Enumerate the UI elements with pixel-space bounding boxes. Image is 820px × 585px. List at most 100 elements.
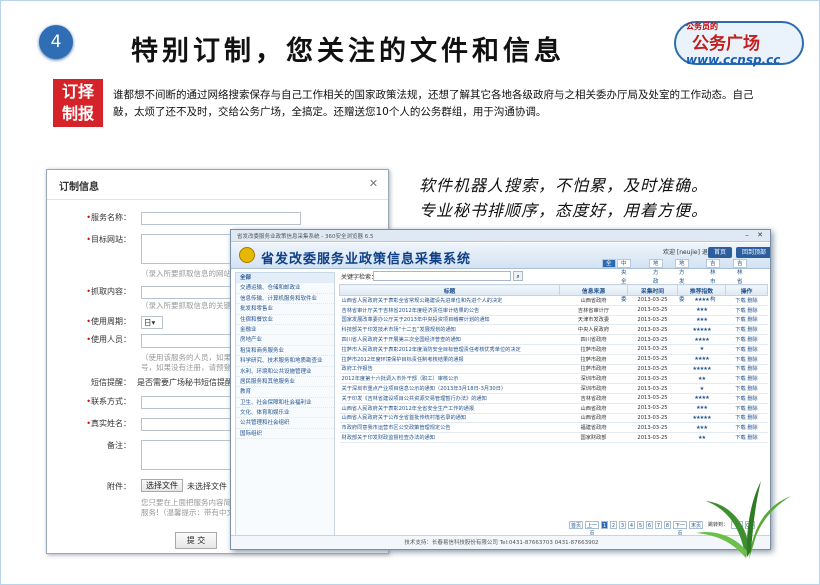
sidebar-item[interactable]: 水利、环境和公共设施管理业 [236,367,334,377]
pager-button[interactable]: 上一页 [585,521,599,537]
sidebar-item[interactable]: 住宿和餐饮业 [236,315,334,325]
row-actions[interactable]: 下载 删除 [725,432,768,443]
sidebar-item[interactable]: 房地产业 [236,335,334,346]
row-title-link[interactable]: 国家发展改革委办公厅关于2013年中央投资项目稽察计划的通知 [339,315,560,326]
table-row[interactable]: 四川省人民政府关于开展第三次全国经济普查的通知 四川省政府 2013-03-25 ★★… [339,334,768,345]
row-actions[interactable]: 下载 删除 [725,373,768,385]
col-date[interactable]: 采集时间 [627,284,678,296]
sidebar-item[interactable]: 卫生、社会保障和社会福利业 [236,398,334,409]
sidebar-item[interactable]: 公共管理和社会组织 [236,418,334,429]
sidebar-item[interactable]: 国际组织 [236,429,334,440]
row-actions[interactable]: 下载 删除 [725,413,768,424]
col-rating[interactable]: 推荐指数 [677,284,726,296]
col-source[interactable]: 信息来源 [559,284,628,296]
period-select[interactable]: 日▾ [141,316,163,329]
tab-central[interactable]: 中央全部委 [617,259,631,303]
pager-button[interactable]: 7 [655,521,662,529]
row-actions[interactable]: 下载 删除 [725,422,768,434]
minimize-icon[interactable]: – [742,231,752,240]
row-title-link[interactable]: 山西省人民政府关于表彰2012年全省安全生产工作的通报 [339,403,560,414]
sidebar-item[interactable]: 金融业 [236,325,334,336]
row-actions[interactable]: 下载 删除 [725,324,768,336]
table-row[interactable]: 2012年度第十六批调入市外干部（职工）审核公示 深圳市政府 2013-03-25 ★… [339,373,768,385]
table-row[interactable]: 政府工作报告 拉萨市政府 2013-03-25 ★★★★★ 下载 删除 [339,364,768,375]
row-title-link[interactable]: 关于印发《吉林省建设项目公共资源交易管理暂行办法》的通知 [339,393,560,404]
search-icon[interactable]: ⌕ [513,271,523,281]
row-title-link[interactable]: 2012年度第十六批调入市外干部（职工）审核公示 [339,373,560,385]
row-actions[interactable]: 下载 删除 [725,354,768,365]
close-icon[interactable]: ✕ [367,177,380,190]
row-actions[interactable]: 下载 删除 [725,393,768,404]
row-title-link[interactable]: 山西省人民政府关于公布全省首批传统村落名录的通知 [339,413,560,424]
tab-local-drc[interactable]: 地方发改委 [675,259,689,303]
table-row[interactable]: 山西省人民政府关于公布全省首批传统村落名录的通知 山西省政府 2013-03-25 ★… [339,413,768,424]
row-actions[interactable]: 下载 删除 [725,295,768,306]
tab-local-gov[interactable]: 地方政府 [649,259,663,294]
row-source: 拉萨市政府 [559,344,628,355]
contact-input[interactable] [141,396,231,409]
row-title-link[interactable]: 市政府同意我市运营市区公交政策管理规定公告 [339,422,560,434]
row-actions[interactable]: 下载 删除 [725,315,768,326]
row-title-link[interactable]: 拉萨市人民政府关于表彰2012年度消防安全目标管理责任考核优秀单位的决定 [339,344,560,355]
table-row[interactable]: 国家发展改革委办公厅关于2013年中央投资项目稽察计划的通知 天津市发改委 2013… [339,315,768,326]
row-title-link[interactable]: 拉萨市2012年度环境保护目标责任制考核结果的通报 [339,354,560,365]
sidebar-item[interactable]: 租赁和商务服务业 [236,346,334,357]
pager-button[interactable]: 2 [610,521,617,529]
row-title-link[interactable]: 财政部关于印发财政监督检查办法的通知 [339,432,560,443]
pager-button[interactable]: 5 [637,521,644,529]
row-title-link[interactable]: 四川省人民政府关于开展第三次全国经济普查的通知 [339,334,560,345]
pager-button[interactable]: 首页 [569,521,583,529]
table-row[interactable]: 科技部关于印发技术市场“十二五”发展规划的通知 中央人民政府 2013-03-25 ★… [339,324,768,336]
row-title-link[interactable]: 山西省人民政府关于表彰全省常规公路建设先进单位和先进个人的决定 [339,295,560,306]
sidebar-item[interactable]: 教育 [236,387,334,398]
row-rating-stars: ★★★★ [677,334,726,345]
table-row[interactable]: 市政府同意我市运营市区公交政策管理规定公告 福建省政府 2013-03-25 ★★★ 下… [339,422,768,434]
sms-option-text[interactable]: 是否需要广场秘书短信提醒服 [137,377,241,388]
sidebar-item[interactable]: 交通运输、仓储和邮政业 [236,283,334,294]
pager-button[interactable]: 6 [646,521,653,529]
col-title[interactable]: 标题 [339,284,560,296]
user-greeting[interactable]: 欢迎 [neujie] 退出 [663,247,714,256]
table-row[interactable]: 吉林省审计厅关于吉林省2012年度经济责任审计结果的公告 吉林省审计厅 2013-0… [339,305,768,316]
real-name-input[interactable] [141,418,231,431]
pager-button[interactable]: 8 [664,521,671,529]
table-row[interactable]: 关于印发《吉林省建设项目公共资源交易管理暂行办法》的通知 吉林省政府 2013-03… [339,393,768,404]
table-row[interactable]: 拉萨市人民政府关于表彰2012年度消防安全目标管理责任考核优秀单位的决定 拉萨市政… [339,344,768,355]
table-row[interactable]: 拉萨市2012年度环境保护目标责任制考核结果的通报 拉萨市政府 2013-03-25… [339,354,768,365]
sidebar-item[interactable]: 信息传输、计算机服务和软件业 [236,294,334,305]
row-actions[interactable]: 下载 删除 [725,305,768,316]
home-button[interactable]: 首页 [708,247,733,258]
row-actions[interactable]: 下载 删除 [725,364,768,375]
tab-all[interactable]: 全部 [602,259,616,276]
row-title-link[interactable]: 科技部关于印发技术市场“十二五”发展规划的通知 [339,324,560,336]
sidebar-item[interactable]: 批发和零售业 [236,304,334,315]
tab-jilin-province[interactable]: 吉林省 [733,259,747,285]
table-row[interactable]: 财政部关于印发财政监督检查办法的通知 国家财政部 2013-03-25 ★★ 下载 删除 [339,432,768,443]
row-actions[interactable]: 下载 删除 [725,334,768,345]
sidebar-item[interactable]: 全部 [236,273,334,284]
table-row[interactable]: 关于深圳市重点产业项目信息公示的通知（2013年3月18日-3月30日） 深圳市政… [339,383,768,394]
remark-textarea[interactable] [141,440,231,470]
row-title-link[interactable]: 政府工作报告 [339,364,560,375]
pager-button[interactable]: 下一页 [673,521,687,537]
tab-jilin-city[interactable]: 吉林市机构 [706,259,720,303]
row-actions[interactable]: 下载 删除 [725,383,768,394]
service-name-input[interactable] [141,212,301,225]
row-actions[interactable]: 下载 删除 [725,344,768,355]
row-title-link[interactable]: 关于深圳市重点产业项目信息公示的通知（2013年3月18日-3月30日） [339,383,560,394]
sidebar-item[interactable]: 科学研究、技术服务和地质勘查业 [236,356,334,367]
row-title-link[interactable]: 吉林省审计厅关于吉林省2012年度经济责任审计结果的公告 [339,305,560,316]
submit-button[interactable]: 提 交 [175,532,217,549]
keyword-input[interactable] [373,271,511,281]
close-window-icon[interactable]: ✕ [755,231,765,240]
table-row[interactable]: 山西省人民政府关于表彰2012年全省安全生产工作的通报 山西省政府 2013-03-… [339,403,768,414]
table-row[interactable]: 山西省人民政府关于表彰全省常规公路建设先进单位和先进个人的决定 山西省政府 2013… [339,295,768,306]
back-to-top-button[interactable]: 回到顶部 [736,247,770,258]
pager-button[interactable]: 1 [601,521,608,529]
pager-button[interactable]: 3 [619,521,626,529]
pager-button[interactable]: 4 [628,521,635,529]
sidebar-item[interactable]: 文化、体育和娱乐业 [236,408,334,419]
sidebar-item[interactable]: 居民服务和其他服务业 [236,377,334,388]
choose-file-button[interactable]: 选择文件 [141,479,183,492]
row-actions[interactable]: 下载 删除 [725,403,768,414]
